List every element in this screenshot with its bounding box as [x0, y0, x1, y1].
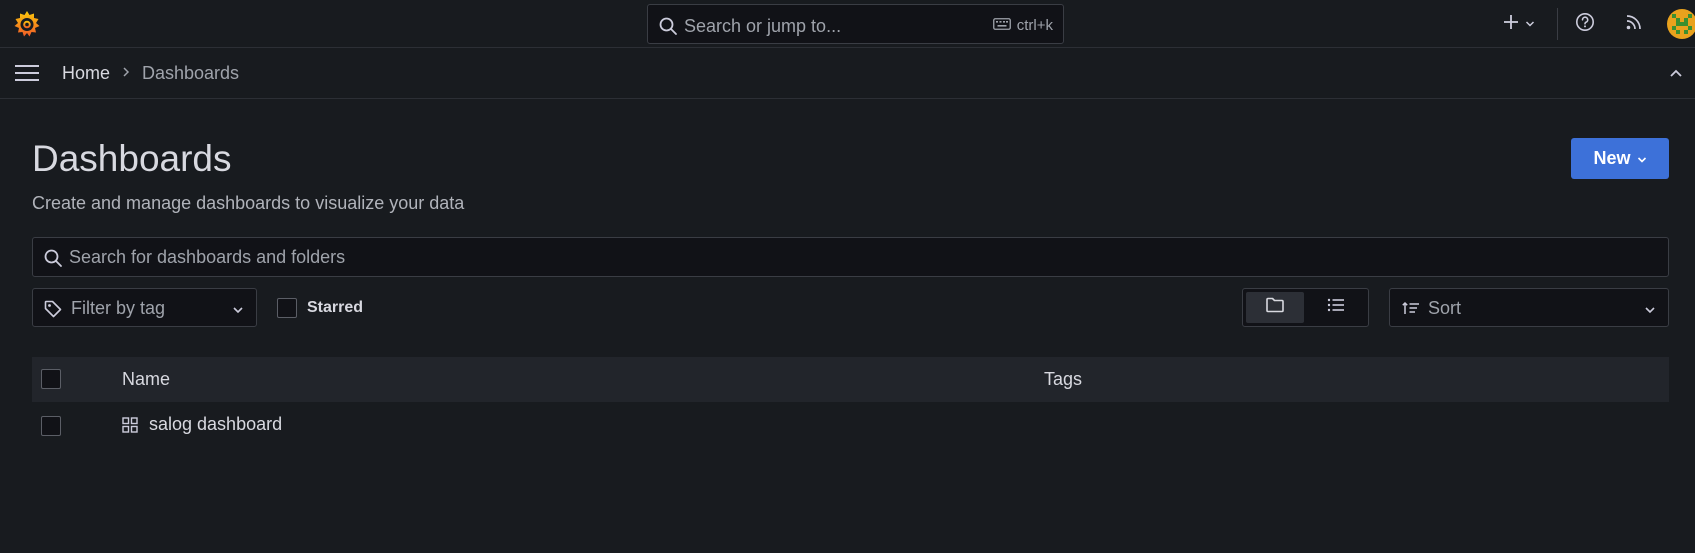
- sort-label: Sort: [1428, 298, 1462, 318]
- tag-filter-select[interactable]: Filter by tag: [32, 288, 257, 327]
- table-row: salog dashboard: [32, 402, 1669, 448]
- global-search-input[interactable]: Search or jump to... ctrl+k: [647, 4, 1064, 44]
- chevron-down-icon: [1637, 148, 1647, 169]
- folder-view-button[interactable]: [1246, 292, 1304, 323]
- page-title: Dashboards: [32, 138, 232, 179]
- starred-label[interactable]: Starred: [307, 299, 363, 317]
- menu-toggle-button[interactable]: [14, 62, 40, 84]
- starred-checkbox[interactable]: [277, 298, 297, 318]
- help-icon: [1575, 12, 1595, 37]
- search-icon: [658, 16, 678, 41]
- breadcrumb-home-link[interactable]: Home: [62, 63, 110, 84]
- grafana-logo-icon[interactable]: [12, 9, 42, 39]
- sort-icon: [1402, 301, 1420, 320]
- dashboard-search-input[interactable]: [69, 238, 1649, 276]
- chevron-down-icon: [232, 302, 244, 320]
- help-button[interactable]: [1571, 10, 1599, 38]
- chevron-down-icon: [1525, 15, 1535, 33]
- avatar[interactable]: [1667, 9, 1695, 39]
- news-rss-icon: [1625, 13, 1643, 36]
- breadcrumb-current: Dashboards: [142, 63, 240, 83]
- search-icon: [43, 248, 63, 273]
- hamburger-menu-icon: [14, 65, 40, 88]
- list-icon: [1326, 297, 1346, 318]
- breadcrumb-bar: Home Dashboards: [0, 48, 1695, 99]
- global-search-placeholder: Search or jump to...: [684, 16, 842, 36]
- column-header-tags: Tags: [1044, 369, 1083, 389]
- column-header-name: Name: [122, 369, 171, 389]
- plus-icon: [1502, 13, 1520, 36]
- row-checkbox[interactable]: [41, 416, 61, 436]
- sort-select[interactable]: Sort: [1389, 288, 1669, 327]
- news-button[interactable]: [1620, 10, 1648, 38]
- table-header: [32, 357, 1669, 402]
- page-subtitle: Create and manage dashboards to visualiz…: [32, 193, 465, 213]
- topbar-divider: [1557, 8, 1558, 40]
- keyboard-shortcut-hint: ctrl+k: [992, 17, 1053, 34]
- new-dashboard-button[interactable]: New: [1571, 138, 1669, 179]
- dashboard-search-field: [32, 237, 1669, 277]
- top-navbar: Search or jump to... ctrl+k: [0, 0, 1695, 48]
- list-view-button[interactable]: [1307, 292, 1365, 323]
- folder-icon: [1265, 296, 1285, 319]
- view-mode-toggle: [1242, 288, 1369, 327]
- add-new-button[interactable]: [1497, 10, 1539, 38]
- chevron-up-icon[interactable]: [1669, 65, 1683, 83]
- keyboard-icon: [992, 17, 1011, 34]
- select-all-checkbox[interactable]: [41, 369, 61, 389]
- new-button-label: New: [1593, 148, 1631, 168]
- dashboard-link[interactable]: salog dashboard: [149, 414, 282, 435]
- shortcut-label: ctrl+k: [1016, 17, 1053, 34]
- chevron-down-icon: [1644, 302, 1656, 320]
- tag-filter-label: Filter by tag: [71, 298, 166, 318]
- apps-icon: [122, 417, 138, 438]
- tag-icon: [43, 299, 63, 324]
- chevron-right-icon: [121, 65, 131, 84]
